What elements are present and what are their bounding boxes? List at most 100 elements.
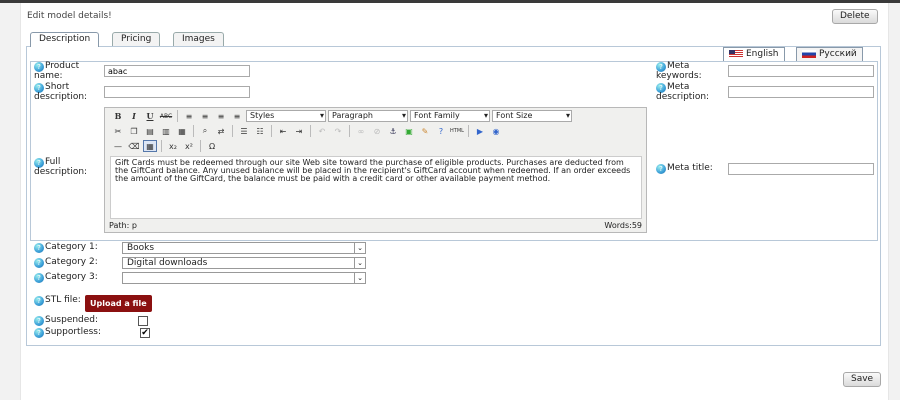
help-icon[interactable]: ? — [34, 328, 44, 338]
replace-icon[interactable]: ⇄ — [214, 125, 228, 137]
bullet-list-icon[interactable]: ☰ — [237, 125, 251, 137]
category-3-select[interactable]: ⌄ — [122, 272, 366, 284]
tab-description[interactable]: Description — [30, 32, 100, 47]
supportless-checkbox[interactable]: ✔ — [140, 328, 150, 338]
cleanup-icon[interactable]: ✎ — [418, 125, 432, 137]
toolbar-separator — [177, 110, 178, 122]
lang-tab-english[interactable]: English — [723, 47, 785, 61]
editor-word-count: Words:59 — [604, 221, 642, 230]
help-icon[interactable]: ? — [34, 258, 44, 268]
toolbar-separator — [232, 125, 233, 137]
paste-word-icon[interactable]: ▦ — [175, 125, 189, 137]
save-button[interactable]: Save — [843, 372, 882, 387]
short-description-input[interactable] — [104, 86, 250, 98]
redo-icon[interactable]: ↷ — [331, 125, 345, 137]
meta-keywords-input[interactable] — [728, 65, 874, 77]
help-icon[interactable]: ? — [34, 296, 44, 306]
help-icon[interactable]: ? — [34, 316, 44, 326]
subscript-icon[interactable]: x₂ — [166, 140, 180, 152]
label-text: Supportless: — [45, 327, 102, 337]
label-text: Category 3: — [45, 272, 98, 282]
editor-content-area[interactable]: Gift Cards must be redeemed through our … — [110, 156, 642, 219]
paste-icon[interactable]: ▤ — [143, 125, 157, 137]
toolbar-separator — [310, 125, 311, 137]
ru-flag-icon — [802, 49, 816, 58]
italic-icon[interactable]: I — [127, 110, 141, 122]
meta-description-label: ? Meta description: — [656, 83, 726, 102]
product-name-label: ? Product name: — [34, 62, 99, 81]
align-justify-icon[interactable]: ≡ — [230, 110, 244, 122]
indent-icon[interactable]: ⇥ — [292, 125, 306, 137]
visual-aid-icon[interactable]: ▦ — [143, 140, 157, 152]
superscript-icon[interactable]: x² — [182, 140, 196, 152]
paragraph-dropdown[interactable]: Paragraph — [328, 110, 408, 122]
product-name-input[interactable] — [104, 65, 250, 77]
unlink-icon[interactable]: ⊘ — [370, 125, 384, 137]
outdent-icon[interactable]: ⇤ — [276, 125, 290, 137]
meta-title-input[interactable] — [728, 163, 874, 175]
toolbar-separator — [271, 125, 272, 137]
supportless-label: ? Supportless: — [34, 328, 101, 338]
meta-title-label: ? Meta title: — [656, 164, 713, 174]
cut-icon[interactable]: ✂ — [111, 125, 125, 137]
full-description-label: ? Full description: — [34, 158, 100, 177]
styles-dropdown[interactable]: Styles — [246, 110, 326, 122]
numbered-list-icon[interactable]: ☷ — [253, 125, 267, 137]
us-flag-icon — [729, 49, 743, 58]
html-source-icon[interactable]: HTML — [450, 125, 464, 137]
category-2-select[interactable]: Digital downloads ⌄ — [122, 257, 366, 269]
underline-icon[interactable]: U — [143, 110, 157, 122]
special-char-icon[interactable]: Ω — [205, 140, 219, 152]
remove-format-icon[interactable]: ⌫ — [127, 140, 141, 152]
paste-text-icon[interactable]: ▥ — [159, 125, 173, 137]
help-icon[interactable]: ? — [656, 164, 666, 174]
category-1-label: ? Category 1: — [34, 243, 98, 253]
link-icon[interactable]: ∞ — [354, 125, 368, 137]
suspended-checkbox[interactable] — [138, 316, 148, 326]
lang-label: Русский — [819, 49, 857, 59]
undo-icon[interactable]: ↶ — [315, 125, 329, 137]
align-left-icon[interactable]: ≡ — [182, 110, 196, 122]
chevron-down-icon: ⌄ — [354, 273, 365, 283]
font-family-dropdown[interactable]: Font Family — [410, 110, 490, 122]
meta-description-input[interactable] — [728, 86, 874, 98]
help-icon[interactable]: ? — [34, 273, 44, 283]
align-right-icon[interactable]: ≡ — [214, 110, 228, 122]
label-text: STL file: — [45, 295, 81, 305]
toolbar-separator — [161, 140, 162, 152]
image-icon[interactable]: ▣ — [402, 125, 416, 137]
help-icon[interactable]: ? — [34, 243, 44, 253]
tab-pricing[interactable]: Pricing — [112, 32, 161, 46]
copy-icon[interactable]: ❐ — [127, 125, 141, 137]
category-1-select[interactable]: Books ⌄ — [122, 242, 366, 254]
label-text: Category 2: — [45, 257, 98, 267]
lang-tab-russian[interactable]: Русский — [796, 47, 863, 61]
chevron-down-icon: ⌄ — [354, 258, 365, 268]
category-2-label: ? Category 2: — [34, 258, 98, 268]
horizontal-rule-icon[interactable]: — — [111, 140, 125, 152]
help-editor-icon[interactable]: ? — [434, 125, 448, 137]
anchor-icon[interactable]: ⚓ — [386, 125, 400, 137]
chevron-down-icon: ⌄ — [354, 243, 365, 253]
category-3-label: ? Category 3: — [34, 273, 98, 283]
preview-icon[interactable]: ◉ — [489, 125, 503, 137]
select-value: Digital downloads — [127, 258, 208, 268]
media-icon[interactable]: ▶ — [473, 125, 487, 137]
upload-file-button[interactable]: Upload a file — [85, 295, 152, 312]
editor-path: Path: p — [109, 221, 137, 230]
rich-text-editor: B I U ABC ≡ ≡ ≡ ≡ Styles Paragraph Font … — [104, 107, 647, 233]
align-center-icon[interactable]: ≡ — [198, 110, 212, 122]
find-icon[interactable]: ⌕ — [198, 125, 212, 137]
meta-keywords-label: ? Meta keywords: — [656, 62, 726, 81]
bold-icon[interactable]: B — [111, 110, 125, 122]
delete-button[interactable]: Delete — [832, 9, 878, 24]
tab-images[interactable]: Images — [173, 32, 224, 46]
page-title: Edit model details! — [27, 11, 112, 21]
toolbar-separator — [468, 125, 469, 137]
toolbar-separator — [193, 125, 194, 137]
font-size-dropdown[interactable]: Font Size — [492, 110, 572, 122]
label-text: Suspended: — [45, 315, 99, 325]
select-value: Books — [127, 243, 155, 253]
stl-file-label: ? STL file: — [34, 296, 81, 306]
strikethrough-icon[interactable]: ABC — [159, 110, 173, 122]
